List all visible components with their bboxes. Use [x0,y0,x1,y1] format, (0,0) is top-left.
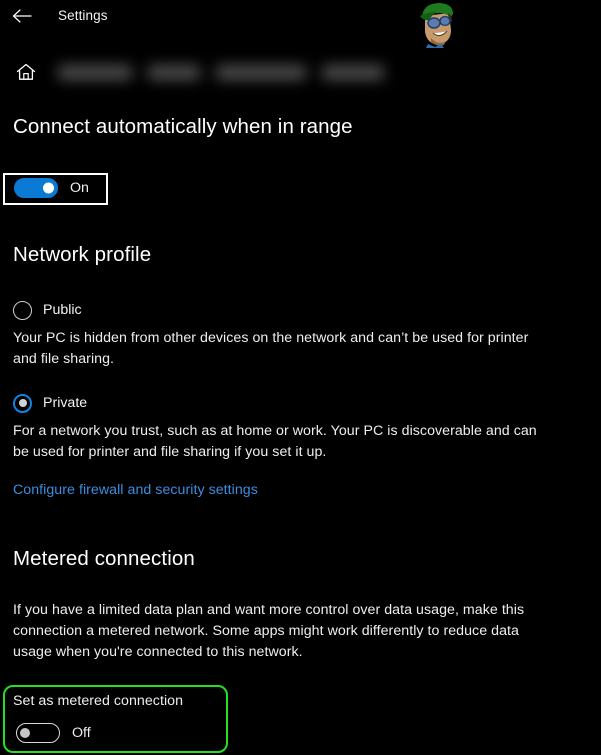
configure-firewall-link[interactable]: Configure firewall and security settings [13,480,258,500]
connect-automatically-toggle[interactable]: On [14,178,89,198]
breadcrumb-chip [58,64,132,80]
set-as-metered-label: Set as metered connection [13,693,184,709]
connect-automatically-heading: Connect automatically when in range [13,115,353,138]
toggle-switch-on[interactable] [14,178,58,198]
radio-private-dot [18,399,27,407]
set-as-metered-toggle-label: Off [72,725,91,741]
radio-public-icon[interactable] [13,300,32,320]
back-arrow-icon[interactable] [8,3,36,29]
private-description: For a network you trust, such as at home… [13,423,537,460]
title-bar: Settings [0,0,601,32]
metered-connection-description: If you have a limited data plan and want… [13,602,525,660]
set-as-metered-toggle[interactable]: Off [16,723,91,743]
radio-public-label: Public [43,302,82,318]
radio-private-label: Private [43,395,88,411]
toggle-switch-off[interactable] [16,723,60,743]
breadcrumb-chip [322,64,384,80]
radio-option-private[interactable]: Private [13,392,87,414]
breadcrumb-redacted-items [58,52,408,92]
toggle-knob [20,728,30,738]
public-description: Your PC is hidden from other devices on … [13,330,529,367]
home-icon[interactable] [12,58,40,86]
mascot-avatar-icon [411,0,463,48]
metered-connection-heading: Metered connection [13,547,195,570]
network-profile-heading: Network profile [13,243,152,266]
toggle-knob [43,182,54,194]
breadcrumb-chip [148,64,200,80]
radio-private-icon[interactable] [13,393,32,413]
breadcrumb-chip [216,64,306,80]
radio-option-public[interactable]: Public [13,299,82,321]
connect-automatically-toggle-label: On [70,180,89,196]
window-title: Settings [58,8,108,23]
